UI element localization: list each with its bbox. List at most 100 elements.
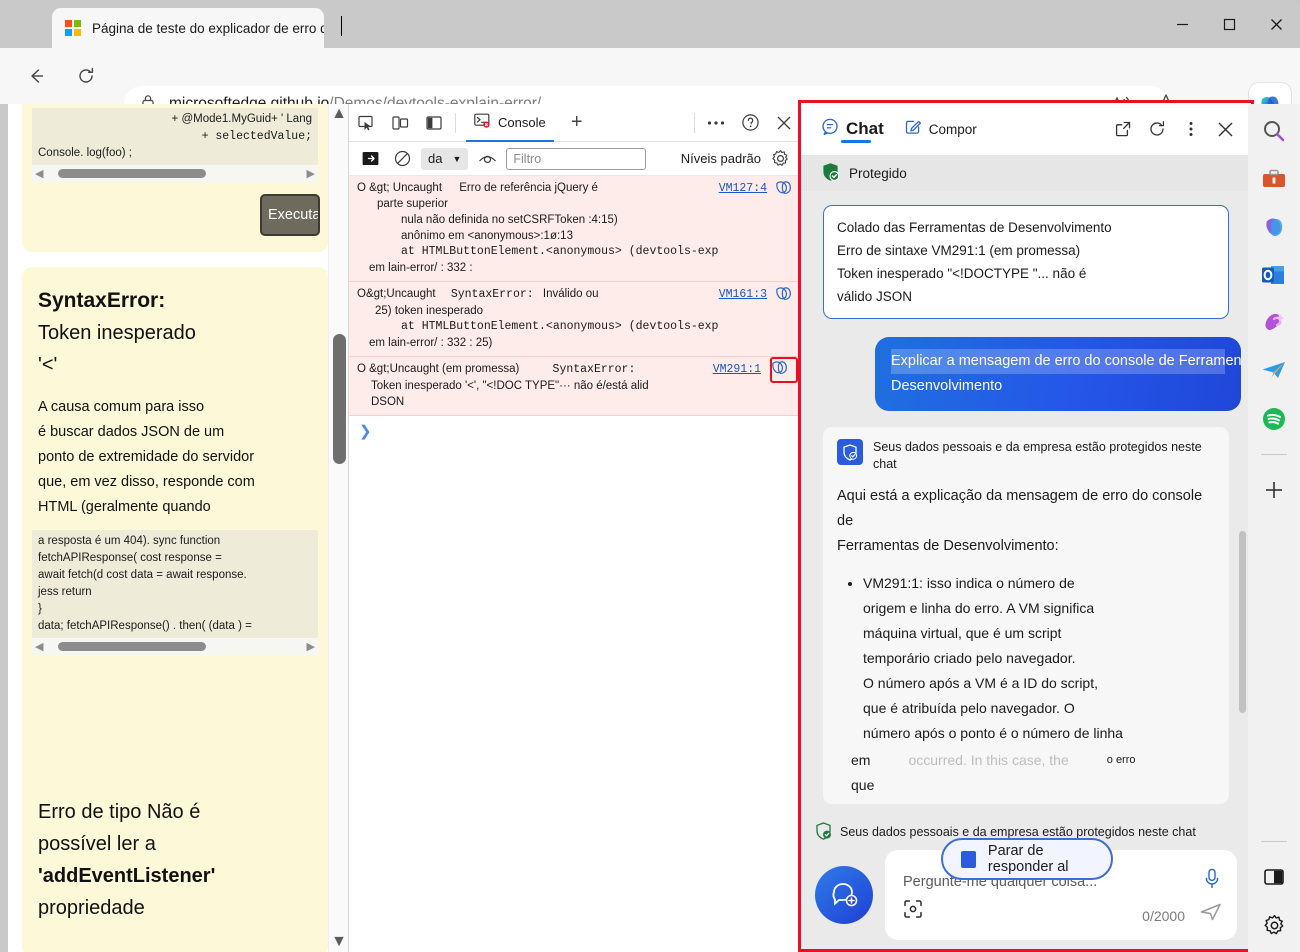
devtools-close-icon[interactable]: [767, 106, 801, 140]
explain-error-copilot-icon[interactable]: [775, 286, 793, 302]
devtools-more-icon[interactable]: [699, 106, 733, 140]
live-expression-eye-icon[interactable]: [474, 146, 500, 172]
console-source-link[interactable]: VM127:4: [719, 181, 767, 197]
console-row-type: SyntaxError:: [450, 288, 534, 301]
shield-check-small-icon: [815, 821, 832, 843]
clear-console-icon[interactable]: [389, 146, 415, 172]
console-row-message: Erro de referência jQuery é: [459, 182, 598, 194]
add-sidebar-app-button[interactable]: [1257, 473, 1291, 507]
copilot-conversation: Colado das Ferramentas de Desenvolviment…: [801, 191, 1251, 819]
console-error-row-highlighted[interactable]: O &gt;Uncaught (em promessa) SyntaxError…: [349, 357, 801, 416]
devtools-tab-actions: [690, 106, 801, 140]
conversation-scrollbar-thumb[interactable]: [1239, 531, 1246, 713]
console-error-row[interactable]: O&gt;Uncaught SyntaxError: Inválido ou V…: [349, 282, 801, 357]
close-button[interactable]: [1253, 0, 1300, 48]
javascript-context-select[interactable]: da ▼: [421, 147, 469, 170]
assistant-message-bubble: Seus dados pessoais e da empresa estão p…: [823, 427, 1229, 804]
character-counter: 0/2000: [1142, 908, 1185, 924]
tab-chat[interactable]: Chat: [811, 103, 894, 155]
bullet-line: que é atribuída pelo navegador. O: [863, 700, 1075, 716]
console-stack-line: at HTMLButtonElement.<anonymous> (devtoo…: [401, 320, 719, 333]
console-row-message: Inválido ou: [542, 288, 599, 300]
minimize-button[interactable]: [1159, 0, 1206, 48]
assistant-bullet-list: VM291:1: isso indica o número de origem …: [863, 571, 1215, 746]
code-h-scrollbar-1[interactable]: ◀ ▶: [32, 165, 318, 182]
page-scrollbar[interactable]: ▲ ▼: [328, 104, 348, 952]
split-screen-icon[interactable]: [1257, 860, 1291, 894]
refresh-icon[interactable]: [1141, 113, 1173, 145]
ghost-left-2: que: [851, 777, 875, 793]
protected-label: Protegido: [849, 165, 907, 181]
microphone-icon[interactable]: [1203, 868, 1221, 895]
microsoft-365-icon[interactable]: [1257, 210, 1291, 244]
back-button[interactable]: [20, 60, 52, 92]
attachment-line: válido JSON: [837, 289, 913, 304]
console-stack-line: em lain-error/ : 332 : 25): [369, 337, 493, 349]
privacy-note-text: Seus dados pessoais e da empresa estão p…: [873, 440, 1202, 471]
scroll-up-arrow-icon[interactable]: ▲: [329, 104, 349, 124]
spotify-icon[interactable]: [1257, 402, 1291, 436]
copilot-chat-panel: Chat Compor Protegido Colado das Ferrame…: [798, 100, 1254, 952]
console-source-link[interactable]: VM161:3: [719, 287, 767, 303]
send-message-icon[interactable]: [1199, 901, 1223, 928]
visual-search-scan-icon[interactable]: [903, 899, 923, 924]
pasted-context-card: Colado das Ferramentas de Desenvolviment…: [823, 205, 1229, 319]
demo-card-1: + @Mode1.MyGuid+ ' Lang + selectedValue;…: [22, 104, 328, 252]
open-in-new-window-icon[interactable]: [1107, 113, 1139, 145]
new-chat-button[interactable]: [815, 866, 873, 924]
dock-side-icon[interactable]: [417, 106, 451, 140]
outlook-icon[interactable]: [1257, 258, 1291, 292]
shield-check-icon: [821, 162, 840, 185]
scroll-down-arrow-icon[interactable]: ▼: [329, 932, 349, 952]
settings-gear-icon[interactable]: [1257, 908, 1291, 942]
tab-compose[interactable]: Compor: [894, 103, 987, 155]
console-prompt[interactable]: ❯: [349, 416, 801, 446]
scroll-thumb[interactable]: [58, 642, 206, 651]
console-filter-input[interactable]: Filtro: [506, 147, 647, 170]
reload-button[interactable]: [70, 60, 102, 92]
tab-console[interactable]: Console: [460, 104, 560, 142]
console-settings-gear-icon[interactable]: [767, 146, 793, 172]
scroll-left-arrow-icon[interactable]: ◀: [35, 167, 43, 180]
edge-sidebar: [1248, 104, 1300, 952]
scroll-right-arrow-icon[interactable]: ▶: [307, 167, 315, 180]
demo-card-3: Erro de tipo Não é possível ler a 'addEv…: [22, 776, 328, 952]
new-tab-button[interactable]: +: [560, 106, 594, 140]
more-vertical-icon[interactable]: [1175, 113, 1207, 145]
scroll-left-arrow-icon[interactable]: ◀: [35, 640, 43, 653]
telegram-icon[interactable]: [1257, 354, 1291, 388]
scroll-right-arrow-icon[interactable]: ▶: [307, 640, 315, 653]
search-icon[interactable]: [1257, 114, 1291, 148]
console-error-row[interactable]: O &gt; Uncaught Erro de referência jQuer…: [349, 176, 801, 282]
shield-protected-icon: [837, 439, 863, 465]
games-icon[interactable]: [1257, 306, 1291, 340]
page-scroll-thumb[interactable]: [333, 334, 346, 464]
console-row-prefix: O&gt;Uncaught: [357, 288, 436, 300]
tab-title: Página de teste do explicador de erro do…: [92, 20, 324, 36]
console-sidebar-toggle-icon[interactable]: [357, 146, 383, 172]
browser-tab[interactable]: Página de teste do explicador de erro do…: [52, 8, 324, 48]
error-line-3b: possível ler a: [38, 833, 156, 855]
title-bar: Página de teste do explicador de erro do…: [0, 0, 1300, 48]
privacy-footnote-text: Seus dados pessoais e da empresa estão p…: [840, 825, 1196, 839]
console-source-link[interactable]: VM291:1: [713, 362, 761, 378]
attachment-line: Colado das Ferramentas de Desenvolviment…: [837, 220, 1112, 235]
explain-error-copilot-icon[interactable]: [775, 180, 793, 196]
stop-responding-button[interactable]: Parar de responder al: [941, 838, 1113, 880]
code-h-scrollbar-2[interactable]: ◀ ▶: [32, 638, 318, 655]
devtools-help-icon[interactable]: [733, 106, 767, 140]
copilot-close-icon[interactable]: [1209, 113, 1241, 145]
browser-toolbar: microsoftedge.github.io/Demos/devtools-e…: [0, 48, 1300, 125]
tools-icon[interactable]: [1257, 162, 1291, 196]
user-message-line-1: Explicar a mensagem de erro do console d…: [891, 349, 1241, 374]
run-button-1[interactable]: Executar: [260, 194, 320, 236]
toolbar-divider-2: [694, 112, 695, 133]
console-row-prefix: O &gt;Uncaught (em promessa): [357, 363, 520, 375]
console-filter-bar: da ▼ Filtro Níveis padrão: [349, 142, 801, 176]
tab-chat-label: Chat: [846, 119, 884, 138]
maximize-button[interactable]: [1206, 0, 1253, 48]
console-levels-label[interactable]: Níveis padrão: [681, 151, 761, 166]
scroll-thumb[interactable]: [58, 169, 206, 178]
device-emulation-icon[interactable]: [383, 106, 417, 140]
inspect-element-icon[interactable]: [349, 106, 383, 140]
